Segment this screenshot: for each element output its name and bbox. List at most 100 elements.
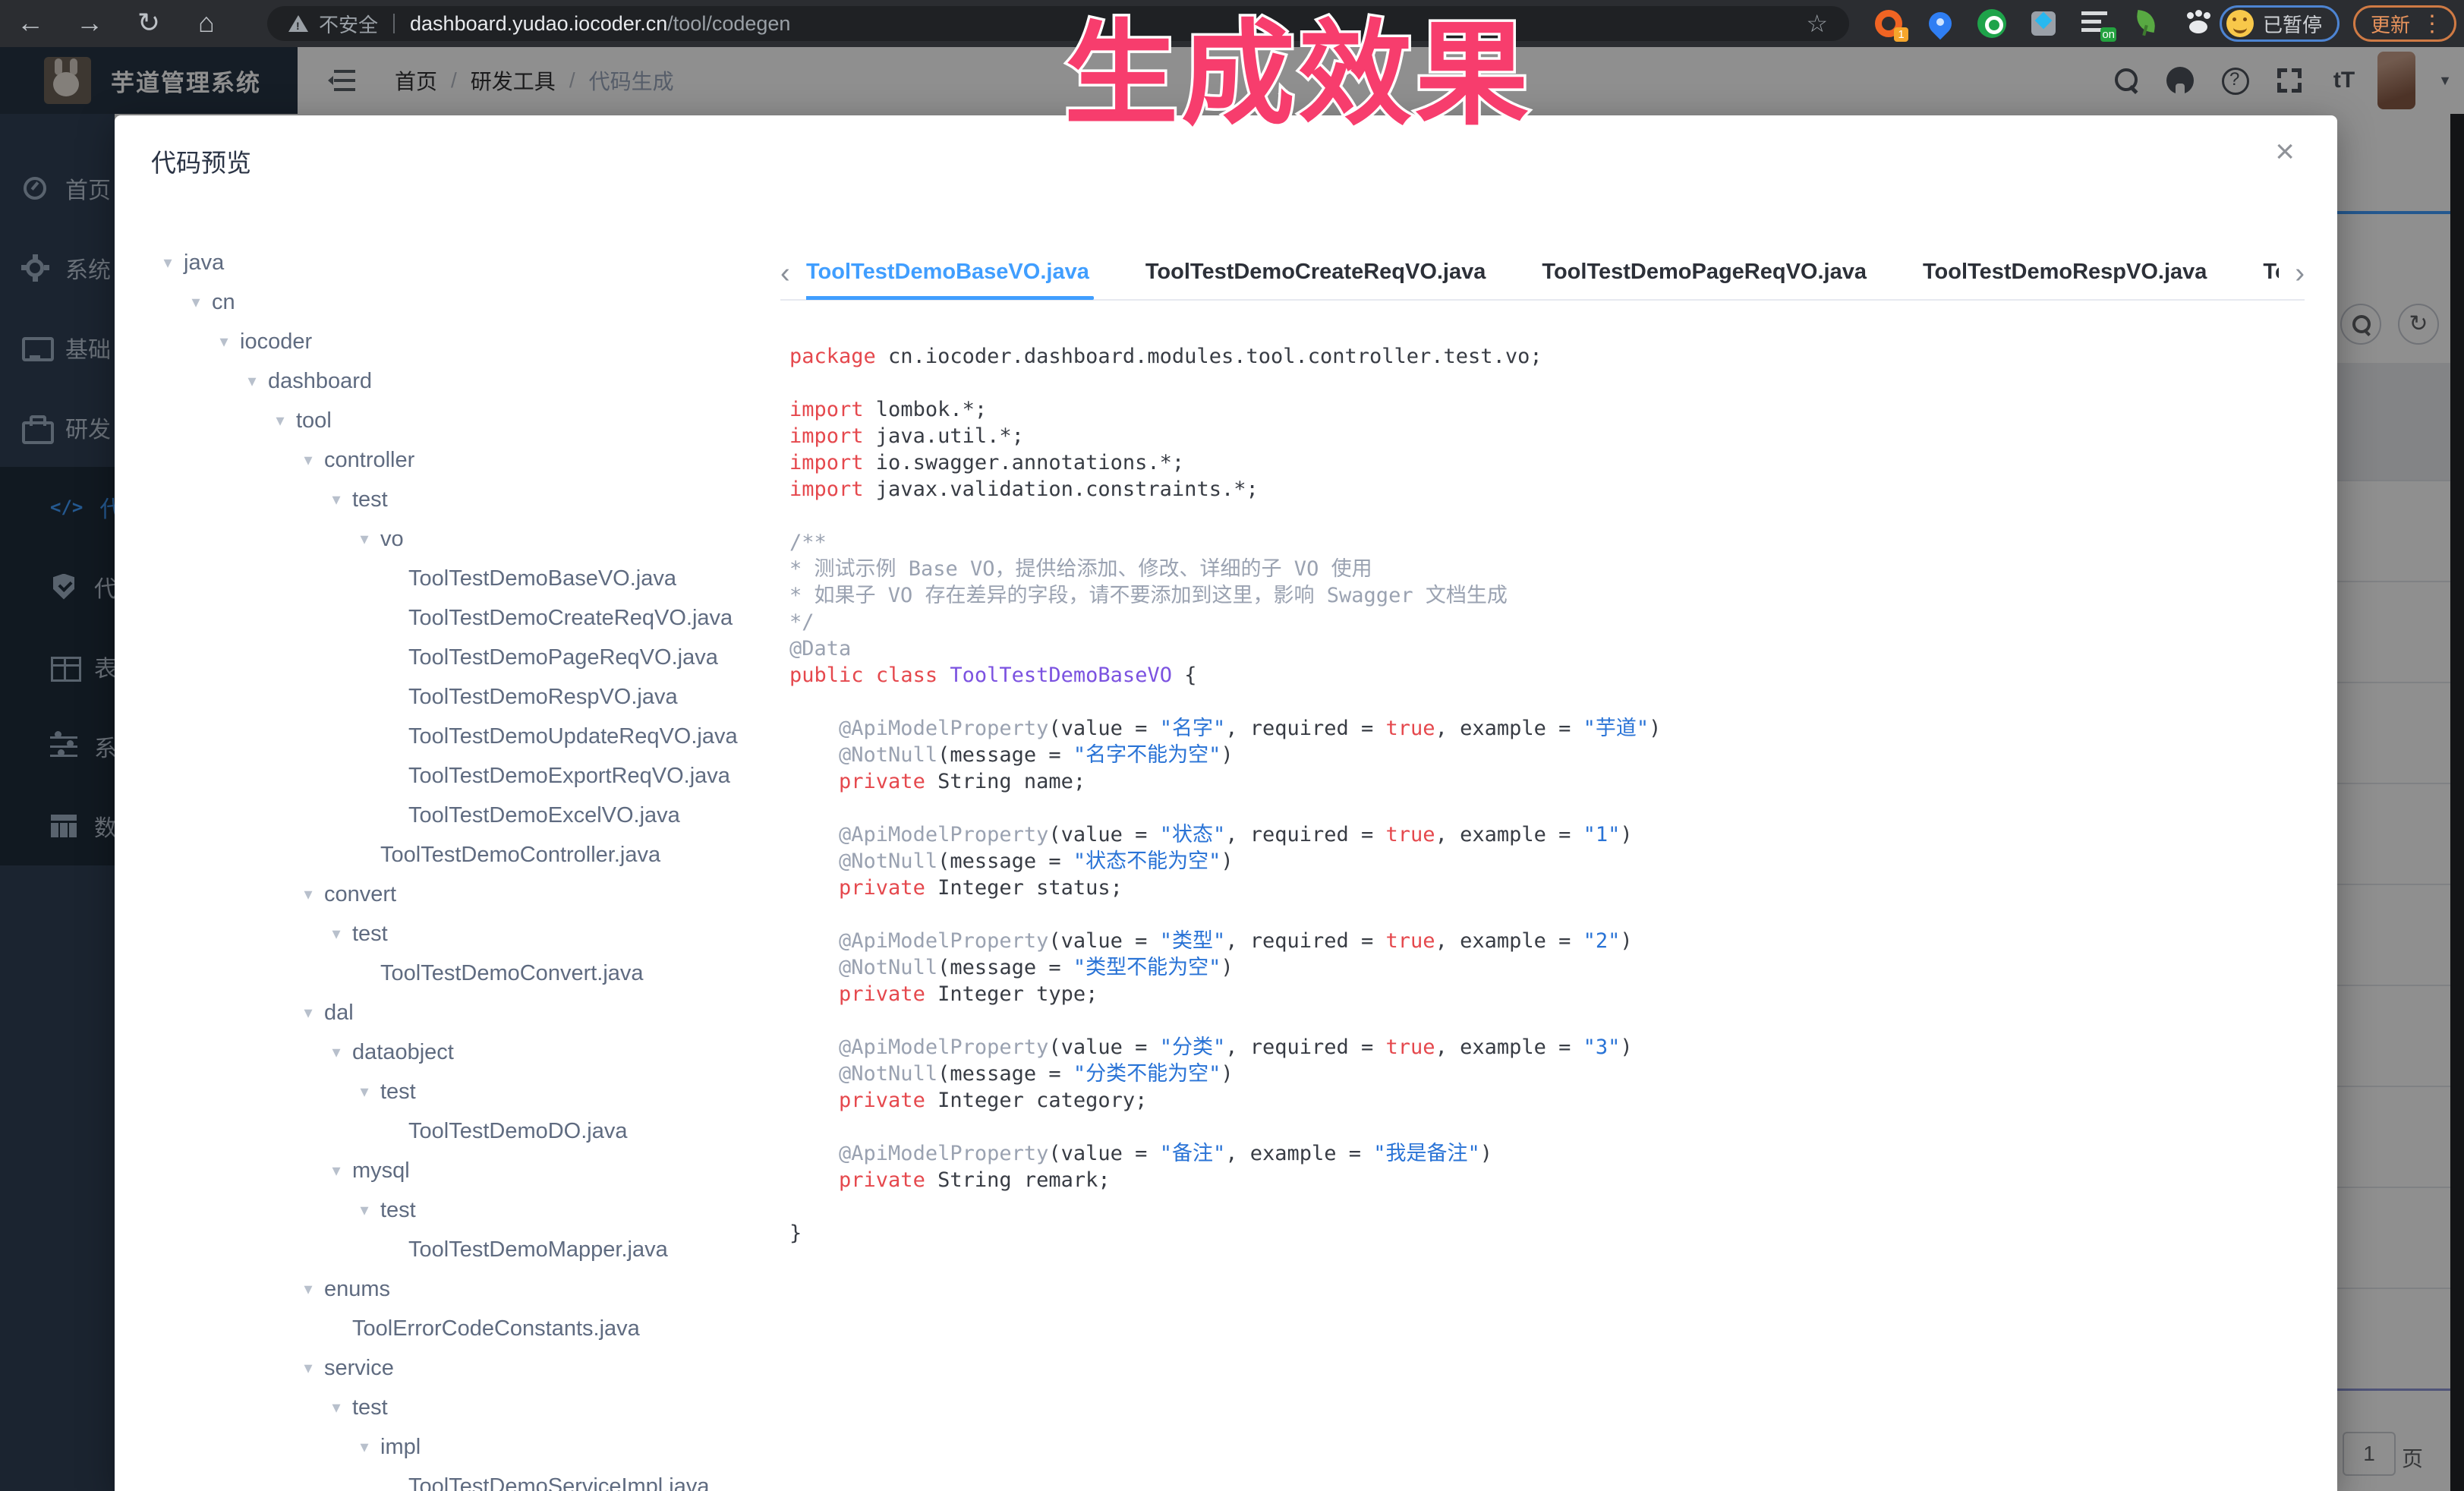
caret-down-icon[interactable]: ▾ [242,371,262,391]
tree-leaf[interactable]: ToolTestDemoUpdateReqVO.java [158,717,788,756]
tree-label: service [324,1356,394,1381]
tree-node[interactable]: ▾tool [158,401,788,440]
tree-label: ToolTestDemoExportReqVO.java [408,764,730,789]
tab-toolte[interactable]: ToolTe [2263,247,2279,300]
tree-leaf[interactable]: ToolTestDemoDO.java [158,1111,788,1151]
tree-node[interactable]: ▾ test [158,1190,788,1230]
tree-node[interactable]: ▾java [158,243,788,282]
caret-down-icon[interactable]: ▾ [186,292,206,312]
browser-home-icon[interactable]: ⌂ [184,0,229,47]
caret-down-icon[interactable]: ▾ [326,1042,346,1062]
tree-leaf[interactable]: ToolTestDemoConvert.java [158,954,788,993]
security-warning-icon[interactable]: ! [288,15,308,32]
code-line: private Integer category; [789,1087,2315,1114]
code-line: @Data [789,635,2315,662]
tree-label: cn [212,290,235,315]
caret-down-icon[interactable]: ▾ [270,411,290,430]
screen: ← → ↻ ⌂ ! 不安全 dashboard.yudao.iocoder.cn… [0,0,2464,1491]
tree-node[interactable]: ▾convert [158,875,788,914]
tree-node[interactable]: ▾vo [158,519,788,559]
tree-leaf[interactable]: ToolTestDemoController.java [158,835,788,875]
tabs-scroll-right-icon[interactable]: › [2279,251,2305,296]
browser-reload-icon[interactable]: ↻ [126,0,172,47]
code-line [789,795,2315,821]
tree-leaf[interactable]: ToolTestDemoRespVO.java [158,677,788,717]
tree-leaf[interactable]: ToolTestDemoCreateReqVO.java [158,598,788,638]
caret-down-icon[interactable]: ▾ [326,1398,346,1417]
tabs-scroll-left-icon[interactable]: ‹ [780,251,806,296]
tree-node[interactable]: ▾dataobject [158,1032,788,1072]
tree-node[interactable]: ▾dal [158,993,788,1032]
caret-down-icon[interactable]: ▾ [326,1161,346,1181]
tab-tooltestdemobasevo-java[interactable]: ToolTestDemoBaseVO.java [806,247,1089,300]
caret-down-icon[interactable]: ▾ [354,1200,374,1220]
caret-down-icon[interactable]: ▾ [158,253,178,273]
caret-down-icon[interactable]: ▾ [214,332,234,351]
green-circle-extension-icon[interactable] [1977,8,2007,39]
tree-leaf[interactable]: ToolTestDemoExcelVO.java [158,796,788,835]
caret-down-icon[interactable]: ▾ [354,1082,374,1102]
tree-label: test [380,1198,416,1223]
squares-extension-icon[interactable] [2028,8,2059,39]
tree-node[interactable]: ▾ controller [158,440,788,480]
caret-down-icon[interactable]: ▾ [298,1003,318,1023]
caret-down-icon[interactable]: ▾ [298,1279,318,1299]
tree-leaf[interactable]: ToolTestDemoPageReqVO.java [158,638,788,677]
caret-down-icon[interactable]: ▾ [326,490,346,509]
code-line: @NotNull(message = "类型不能为空") [789,954,2315,981]
code-viewer: package cn.iocoder.dashboard.modules.too… [789,343,2315,1247]
code-line: @NotNull(message = "状态不能为空") [789,848,2315,875]
tree-node[interactable]: ▾dashboard [158,361,788,401]
orange-extension-icon[interactable]: 1 [1873,8,1904,39]
browser-update-button[interactable]: 更新 ⋮ [2353,5,2456,42]
code-line: package cn.iocoder.dashboard.modules.too… [789,343,2315,370]
caret-down-icon[interactable]: ▾ [298,1358,318,1378]
profile-chip[interactable]: 已暂停 [2220,5,2340,42]
profile-emoji-icon [2226,10,2254,37]
tree-leaf[interactable]: ToolTestDemoServiceImpl.java [158,1467,788,1491]
code-line: @ApiModelProperty(value = "名字", required… [789,715,2315,742]
tree-leaf[interactable]: ToolErrorCodeConstants.java [158,1309,788,1348]
tree-node[interactable]: ▾test [158,1072,788,1111]
caret-down-icon[interactable]: ▾ [298,450,318,470]
browser-back-icon[interactable]: ← [8,0,53,47]
paw-extension-icon[interactable] [2183,8,2214,39]
tree-node[interactable]: ▾impl [158,1427,788,1467]
tree-label: ToolTestDemoBaseVO.java [408,566,676,591]
tree-leaf[interactable]: ToolTestDemoMapper.java [158,1230,788,1269]
code-line: @ApiModelProperty(value = "分类", required… [789,1034,2315,1061]
code-line: @ApiModelProperty(value = "类型", required… [789,928,2315,954]
code-line: @ApiModelProperty(value = "状态", required… [789,821,2315,848]
caret-down-icon[interactable]: ▾ [326,924,346,944]
list-extension-icon[interactable]: on [2080,8,2110,39]
tab-tooltestdemopagereqvo-java[interactable]: ToolTestDemoPageReqVO.java [1542,247,1867,300]
extension-badge: 1 [1894,27,1908,42]
tree-label: test [352,922,388,947]
tree-node[interactable]: ▾enums [158,1269,788,1309]
tree-node[interactable]: ▾ iocoder [158,322,788,361]
tree-node[interactable]: ▾test [158,480,788,519]
extension-icons: 1 on [1873,0,2214,47]
leaf-extension-icon[interactable] [2132,8,2162,39]
browser-forward-icon[interactable]: → [67,0,112,47]
screenshot-annotation: 生成效果 [1052,12,1544,137]
tree-node[interactable]: ▾mysql [158,1151,788,1190]
tree-node[interactable]: ▾ test [158,914,788,954]
tree-label: controller [324,448,414,473]
tab-tooltestdemorespvo-java[interactable]: ToolTestDemoRespVO.java [1923,247,2207,300]
close-icon[interactable]: × [2275,135,2295,169]
bookmark-star-icon[interactable]: ☆ [1806,9,1828,38]
tree-node[interactable]: ▾ cn [158,282,788,322]
browser-menu-icon[interactable]: ⋮ [2421,11,2444,37]
tree-node[interactable]: ▾test [158,1388,788,1427]
tree-label: iocoder [240,329,312,355]
blue-pin-extension-icon[interactable] [1925,8,1955,39]
tree-node[interactable]: ▾ service [158,1348,788,1388]
tree-leaf[interactable]: ToolTestDemoBaseVO.java [158,559,788,598]
caret-down-icon[interactable]: ▾ [354,1437,374,1457]
caret-down-icon[interactable]: ▾ [298,884,318,904]
tab-tooltestdemocreatereqvo-java[interactable]: ToolTestDemoCreateReqVO.java [1145,247,1486,300]
code-line [789,1193,2315,1220]
caret-down-icon[interactable]: ▾ [354,529,374,549]
tree-leaf[interactable]: ToolTestDemoExportReqVO.java [158,756,788,796]
